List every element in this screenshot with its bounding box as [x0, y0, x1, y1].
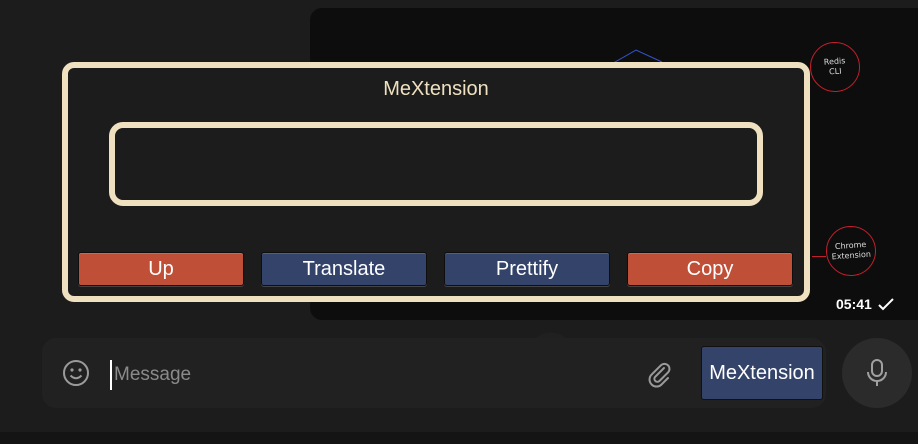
message-timestamp: 05:41	[836, 296, 872, 312]
extension-title: MeXtension	[383, 78, 489, 100]
message-meta: 05:41	[836, 296, 894, 312]
copy-button[interactable]: Copy	[627, 252, 793, 286]
translate-button[interactable]: Translate	[261, 252, 427, 286]
message-composer: MeXtension	[42, 338, 826, 408]
mextension-button[interactable]: MeXtension	[701, 346, 823, 400]
prettify-button[interactable]: Prettify	[444, 252, 610, 286]
microphone-icon	[867, 359, 887, 386]
bottom-edge	[0, 432, 918, 444]
diagram-arrow	[812, 256, 826, 257]
check-icon	[878, 298, 894, 311]
emoji-icon[interactable]	[62, 359, 90, 387]
up-button[interactable]: Up	[78, 252, 244, 286]
paperclip-icon[interactable]	[644, 359, 674, 389]
extension-text-area[interactable]	[109, 122, 763, 206]
message-input[interactable]	[110, 360, 576, 390]
extension-panel: MeXtension Up Translate Prettify Copy	[62, 62, 810, 302]
voice-message-button[interactable]	[842, 338, 912, 408]
